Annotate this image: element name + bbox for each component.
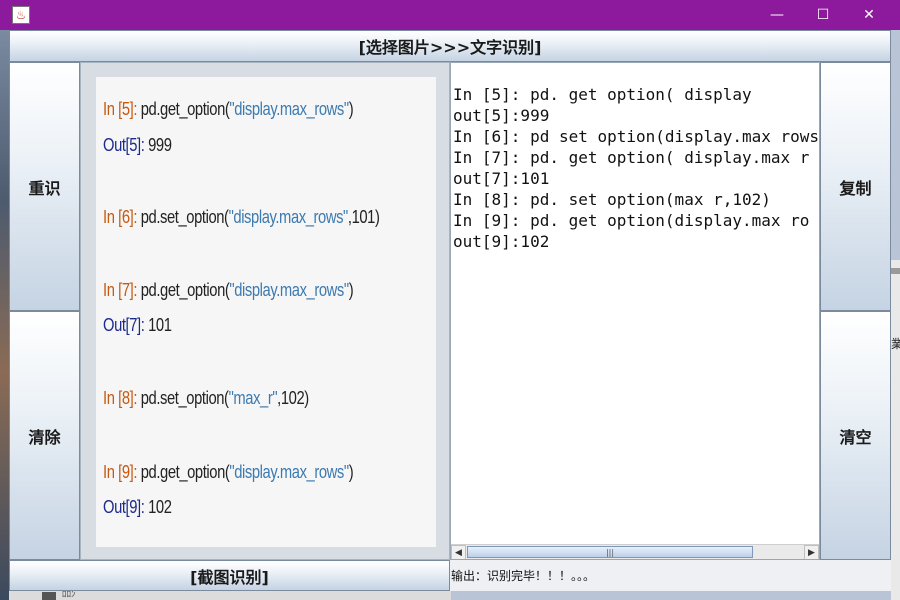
prompt-label: In [5]: bbox=[103, 99, 138, 119]
code-text: pd.get_option( bbox=[137, 99, 230, 119]
code-text: 101 bbox=[144, 315, 172, 335]
input-code-line: In [8]: pd.set_option("max_r",102) bbox=[103, 388, 309, 409]
crop-screenshot-ocr-button[interactable]: [截图识别] bbox=[9, 560, 450, 591]
string-literal: "display.max_rows" bbox=[229, 462, 349, 482]
empty-text-button[interactable]: 清空 bbox=[820, 311, 891, 560]
select-image-ocr-button[interactable]: [选择图片>>>文字识别] bbox=[9, 30, 891, 62]
ocr-result-line: In [8]: pd. set option(max r,102) bbox=[453, 190, 771, 209]
prompt-label: In [8]: bbox=[103, 388, 138, 408]
string-literal: "display.max_rows" bbox=[229, 280, 349, 300]
taskbar-icon bbox=[42, 592, 56, 600]
ocr-result-line: In [6]: pd set option(display.max rows bbox=[453, 127, 820, 146]
prompt-label: In [9]: bbox=[103, 462, 138, 482]
input-code-line: In [5]: pd.get_option("display.max_rows"… bbox=[103, 99, 354, 120]
background-window-edge bbox=[891, 260, 900, 600]
code-tail: ) bbox=[348, 280, 354, 300]
title-bar[interactable]: ♨ — ☐ ✕ bbox=[0, 0, 900, 30]
prompt-label: Out[5]: bbox=[103, 135, 145, 155]
scroll-right-arrow-icon[interactable]: ▶ bbox=[804, 545, 819, 559]
close-button[interactable]: ✕ bbox=[846, 0, 892, 30]
ocr-result-line: In [7]: pd. get option( display.max r bbox=[453, 148, 810, 167]
string-literal: "max_r" bbox=[228, 388, 278, 408]
clear-image-button[interactable]: 清除 bbox=[9, 311, 80, 560]
code-tail: ,101) bbox=[347, 207, 380, 227]
scrollbar-thumb[interactable]: ||| bbox=[467, 546, 753, 558]
background-window-text: 業 bbox=[891, 337, 900, 351]
ocr-result-line: out[5]:999 bbox=[453, 106, 550, 125]
code-tail: ) bbox=[348, 462, 354, 482]
reidentify-button[interactable]: 重识 bbox=[9, 62, 80, 311]
output-code-line: Out[7]: 101 bbox=[103, 315, 172, 336]
code-tail: ,102) bbox=[277, 388, 309, 408]
prompt-label: Out[7]: bbox=[103, 315, 145, 335]
output-code-line: Out[5]: 999 bbox=[103, 135, 172, 156]
code-text: pd.set_option( bbox=[137, 388, 229, 408]
scroll-left-arrow-icon[interactable]: ◀ bbox=[451, 545, 466, 559]
code-tail: ) bbox=[348, 99, 354, 119]
ocr-text-area[interactable]: ◀ ||| ▶ In [5]: pd. get option( display o… bbox=[450, 62, 820, 560]
desktop-wallpaper-strip bbox=[0, 30, 9, 600]
minimize-button[interactable]: — bbox=[754, 0, 800, 30]
taskbar-text: ﾛﾛﾝ bbox=[62, 590, 76, 600]
prompt-label: In [6]: bbox=[103, 207, 138, 227]
java-coffee-icon: ♨ bbox=[12, 6, 30, 24]
input-code-line: In [6]: pd.set_option("display.max_rows"… bbox=[103, 207, 380, 228]
ocr-result-line: out[9]:102 bbox=[453, 232, 550, 251]
status-text: 输出：识别完毕！！！。。。 bbox=[450, 560, 891, 591]
code-text: pd.get_option( bbox=[137, 462, 230, 482]
maximize-button[interactable]: ☐ bbox=[800, 0, 846, 30]
code-text: pd.get_option( bbox=[137, 280, 230, 300]
prompt-label: Out[9]: bbox=[103, 497, 145, 517]
image-preview-panel: In [5]: pd.get_option("display.max_rows"… bbox=[80, 62, 450, 560]
string-literal: "display.max_rows" bbox=[229, 99, 349, 119]
ocr-result-line: In [9]: pd. get option(display.max ro bbox=[453, 211, 810, 230]
output-code-line: Out[9]: 102 bbox=[103, 497, 172, 518]
copy-text-button[interactable]: 复制 bbox=[820, 62, 891, 311]
ocr-result-line: In [5]: pd. get option( display bbox=[453, 85, 752, 104]
ocr-app-window: [选择图片>>>文字识别] 重识 清除 In [5]: pd.get_optio… bbox=[9, 30, 891, 591]
prompt-label: In [7]: bbox=[103, 280, 138, 300]
string-literal: "display.max_rows" bbox=[228, 207, 349, 227]
code-text: 102 bbox=[144, 497, 172, 517]
ocr-result-line: out[7]:101 bbox=[453, 169, 550, 188]
input-code-line: In [9]: pd.get_option("display.max_rows"… bbox=[103, 462, 354, 483]
code-text: pd.set_option( bbox=[137, 207, 229, 227]
code-text: 999 bbox=[144, 135, 172, 155]
background-window-bar bbox=[891, 268, 900, 274]
screenshot-preview-image: In [5]: pd.get_option("display.max_rows"… bbox=[96, 77, 436, 547]
input-code-line: In [7]: pd.get_option("display.max_rows"… bbox=[103, 280, 354, 301]
horizontal-scrollbar[interactable]: ◀ ||| ▶ bbox=[451, 544, 819, 559]
